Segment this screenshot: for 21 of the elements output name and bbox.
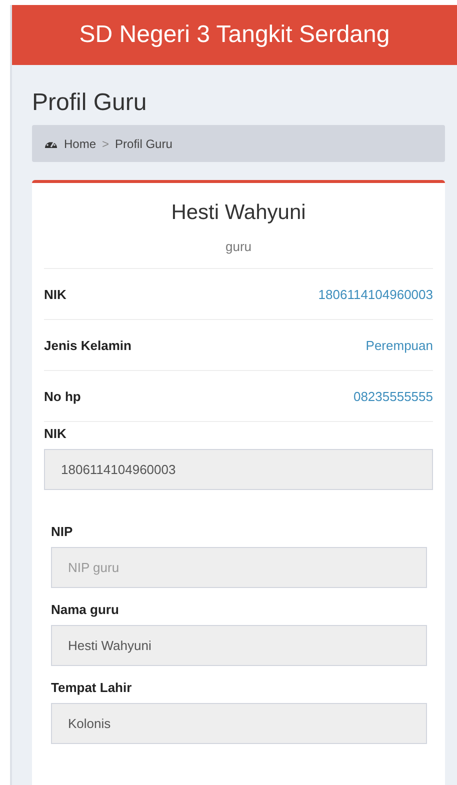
detail-label: No hp bbox=[44, 388, 81, 404]
home-link[interactable]: Home bbox=[44, 136, 96, 150]
site-title: SD Negeri 3 Tangkit Serdang bbox=[79, 21, 390, 49]
input-field[interactable]: Kolonis bbox=[51, 703, 427, 744]
detail-value[interactable]: Perempuan bbox=[366, 338, 433, 352]
detail-value[interactable]: 1806114104960003 bbox=[318, 286, 433, 302]
field-label: Tempat Lahir bbox=[51, 680, 133, 695]
detail-value[interactable]: 08235555555 bbox=[353, 388, 433, 404]
profile-name: Hesti Wahyuni bbox=[170, 201, 307, 225]
page-title: Profil Guru bbox=[32, 88, 148, 118]
field-label: Nama guru bbox=[51, 602, 120, 617]
detail-label: NIK bbox=[44, 286, 66, 302]
field-label: NIK bbox=[44, 426, 68, 441]
nik-input-field[interactable]: 1806114104960003 bbox=[44, 449, 433, 490]
detail-label: Jenis Kelamin bbox=[44, 338, 132, 352]
breadcrumb-current: Profil Guru bbox=[115, 136, 172, 150]
input-field[interactable]: NIP guru bbox=[51, 547, 427, 588]
field-label: NIP bbox=[51, 524, 74, 539]
input-field[interactable]: Hesti Wahyuni bbox=[51, 625, 427, 666]
breadcrumb-separator: > bbox=[102, 136, 110, 150]
profile-role: guru bbox=[224, 239, 253, 254]
